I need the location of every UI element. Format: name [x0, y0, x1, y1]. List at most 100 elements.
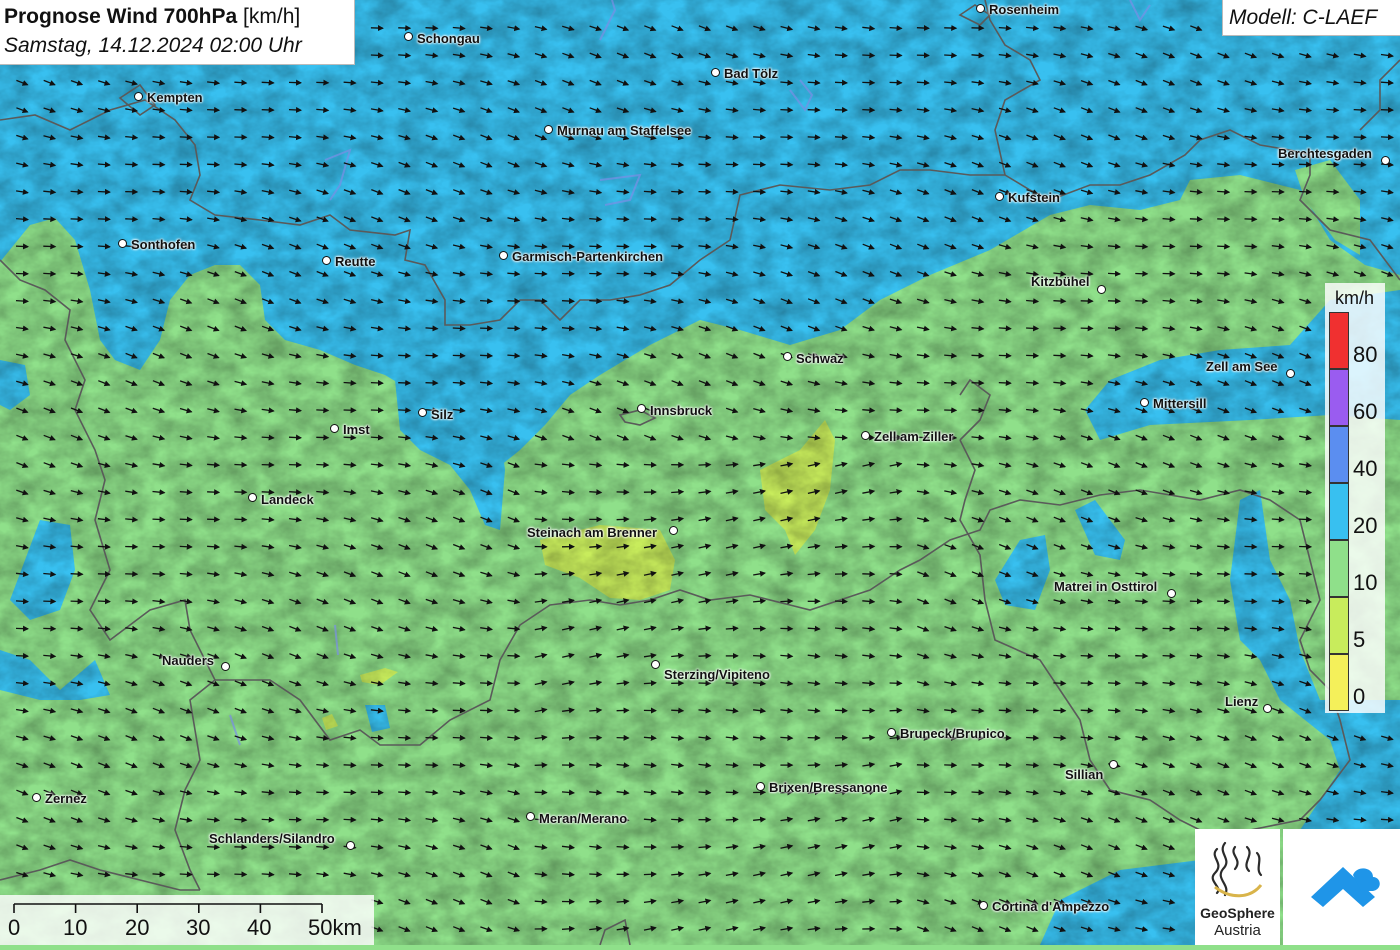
wind-arrow: [153, 874, 165, 875]
city-dot: [544, 125, 553, 134]
wind-arrow: [589, 492, 601, 493]
city-sillian: Sillian: [1065, 767, 1103, 782]
wind-arrow: [972, 792, 984, 793]
wind-arrow: [917, 28, 929, 29]
wind-arrow: [644, 191, 656, 192]
wind-arrow: [125, 164, 137, 165]
wind-arrow: [16, 656, 28, 657]
city-dot: [887, 728, 896, 737]
city-dot: [1263, 704, 1272, 713]
city-schlanders: Schlanders/Silandro: [209, 831, 335, 846]
wind-arrow: [16, 246, 28, 247]
legend-tick-label: 5: [1353, 627, 1365, 653]
wind-arrow: [426, 765, 438, 766]
wind-arrow: [398, 792, 410, 793]
legend-swatch: [1329, 312, 1349, 369]
wind-arrow: [480, 683, 492, 684]
city-dot: [1286, 369, 1295, 378]
city-sterzing: Sterzing/Vipiteno: [664, 667, 770, 682]
wind-arrow: [917, 765, 929, 766]
wind-arrow: [316, 465, 328, 466]
wind-arrow: [1026, 738, 1038, 739]
wind-arrow: [835, 82, 847, 83]
wind-arrow: [1163, 601, 1175, 602]
partner-logo[interactable]: [1283, 829, 1400, 945]
wind-arrow: [480, 737, 492, 738]
wind-arrow: [644, 683, 656, 684]
wind-arrow: [1245, 601, 1257, 602]
wind-arrow: [71, 628, 83, 629]
legend-tick-label: 60: [1353, 399, 1377, 425]
wind-arrow: [808, 628, 820, 629]
wind-arrow: [398, 355, 410, 356]
wind-arrow: [753, 137, 765, 138]
city-lienz: Lienz: [1225, 694, 1258, 709]
wind-arrow: [699, 465, 711, 466]
wind-arrow: [207, 847, 219, 848]
wind-arrow: [589, 301, 601, 302]
wind-arrow: [1354, 110, 1366, 111]
wind-arrow: [1108, 628, 1120, 629]
wind-arrow: [1135, 246, 1147, 247]
wind-arrow: [1108, 683, 1120, 684]
wind-arrow: [562, 519, 574, 520]
wind-arrow: [480, 355, 492, 356]
wind-arrow: [1272, 519, 1284, 520]
wind-arrow: [16, 301, 28, 302]
wind-arrow: [398, 738, 410, 739]
city-berchtesgaden: Berchtesgaden: [1278, 146, 1372, 161]
geosphere-logo[interactable]: GeoSphere Austria: [1195, 829, 1280, 945]
city-schwaz: Schwaz: [796, 351, 844, 366]
wind-arrow: [16, 601, 28, 602]
wind-arrow: [344, 383, 356, 384]
wind-arrow: [43, 219, 55, 220]
scale-label: 30: [186, 915, 210, 941]
city-kempten: Kempten: [147, 90, 203, 105]
wind-arrow: [71, 246, 83, 247]
city-dot: [221, 662, 230, 671]
city-dot: [637, 404, 646, 413]
city-dot: [1109, 760, 1118, 769]
wind-arrow: [890, 901, 902, 902]
wind-arrow: [999, 765, 1011, 766]
wind-arrow: [944, 792, 956, 793]
wind-arrow: [426, 28, 438, 29]
city-dot: [995, 192, 1004, 201]
wind-arrow: [453, 383, 465, 384]
city-imst: Imst: [343, 422, 370, 437]
wind-arrow: [153, 574, 165, 575]
wind-arrow: [316, 847, 328, 848]
wind-arrow: [671, 192, 683, 193]
wind-arrow: [398, 410, 410, 411]
wind-arrow: [1026, 683, 1038, 684]
wind-arrow: [562, 737, 574, 738]
wind-arrow: [917, 82, 929, 83]
wind-arrow: [753, 656, 765, 657]
wind-arrow: [699, 164, 711, 165]
wind-arrow: [1135, 628, 1147, 629]
city-nauders: Nauders: [162, 653, 214, 668]
wind-arrow: [780, 737, 792, 738]
city-dot: [404, 32, 413, 41]
wind-arrow: [426, 710, 438, 711]
legend-tick-label: 80: [1353, 342, 1377, 368]
wind-arrow: [371, 792, 383, 793]
wind-arrow: [1245, 246, 1257, 247]
wind-arrow: [1026, 383, 1038, 384]
scale-label: 50km: [308, 915, 362, 941]
wind-arrow: [835, 710, 847, 711]
wind-arrow: [1299, 137, 1311, 138]
wind-arrow: [1272, 164, 1284, 165]
wind-arrow: [1163, 656, 1175, 657]
city-meran: Meran/Merano: [539, 811, 627, 826]
wind-arrow: [262, 819, 274, 820]
scale-label: 20: [125, 915, 149, 941]
legend-tick-label: 20: [1353, 513, 1377, 539]
city-kufstein: Kufstein: [1008, 190, 1060, 205]
wind-arrow: [125, 601, 137, 602]
wind-arrow: [753, 765, 765, 766]
city-dot: [248, 493, 257, 502]
wind-arrow: [480, 301, 492, 302]
wind-arrow: [835, 601, 847, 602]
wind-arrow: [180, 874, 192, 875]
